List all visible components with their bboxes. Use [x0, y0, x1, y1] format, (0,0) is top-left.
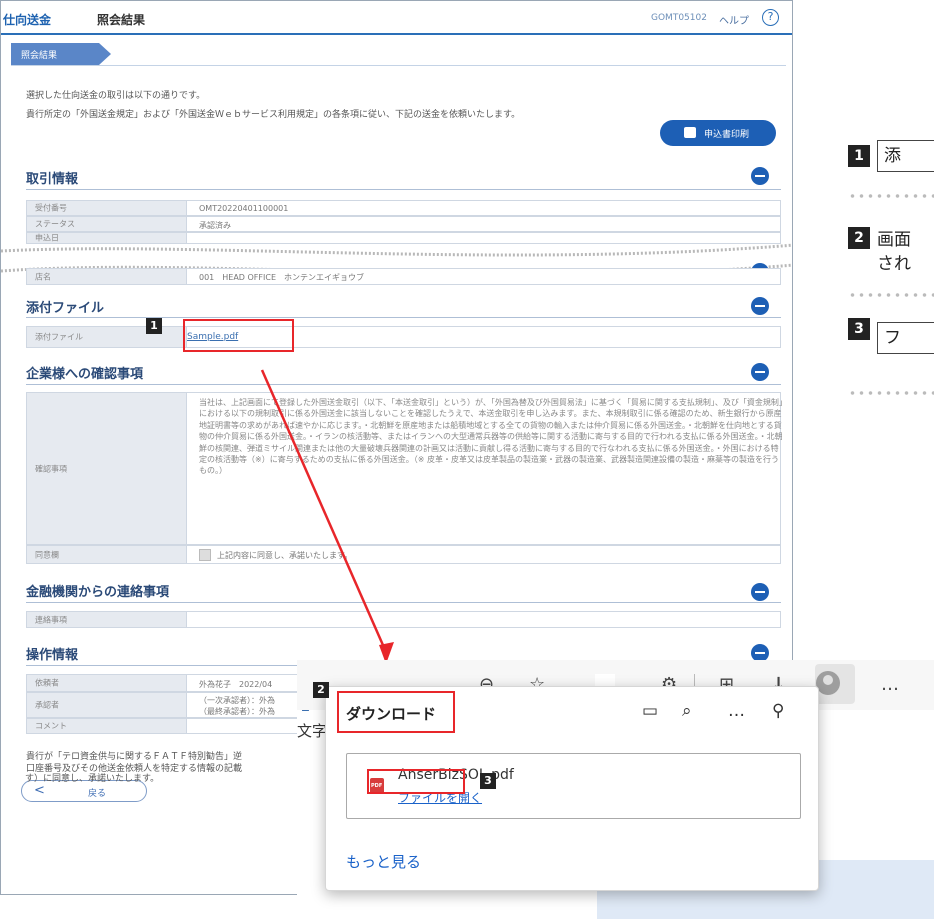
chevron-left-icon: <: [34, 783, 45, 798]
section-divider: [26, 189, 781, 190]
step-badge-2: 2: [313, 682, 329, 698]
legend-badge-3: 3: [848, 318, 870, 340]
section-title-attachment: 添付ファイル: [26, 301, 105, 316]
section-title-bank-notice: 金融機関からの連絡事項: [26, 585, 170, 600]
highlight-box-1: [183, 319, 294, 352]
breadcrumb-divider: [11, 65, 786, 66]
step-badge-1: 1: [146, 318, 162, 334]
see-more-link[interactable]: もっと見る: [346, 851, 421, 872]
legend-item-2-line1: 画面: [877, 230, 911, 250]
confirm-text: 当社は、上記画面にて登録した外国送金取引（以下、「本送金取引」という）が、「外国…: [199, 398, 783, 476]
collapse-icon[interactable]: [751, 167, 769, 185]
confirm-row: 確認事項 当社は、上記画面にて登録した外国送金取引（以下、「本送金取引」という）…: [26, 392, 783, 545]
breadcrumb-current: 照会結果: [21, 51, 58, 61]
legend-badge-2: 2: [848, 227, 870, 249]
folder-icon[interactable]: ▭: [642, 701, 658, 721]
app-title: 仕向送金: [3, 13, 52, 27]
attachment-row: 添付ファイル Sample.pdf: [26, 326, 781, 348]
agree-checkbox[interactable]: [199, 549, 211, 561]
help-link[interactable]: ヘルプ: [719, 12, 749, 27]
intro-line-1: 選択した仕向送金の取引は以下の通りです。: [26, 91, 206, 101]
branch-row: 店名 001 HEAD OFFICE ホンテンエイギョウブ: [26, 268, 781, 285]
more-icon[interactable]: …: [728, 701, 745, 721]
highlight-box-3: [367, 769, 465, 794]
section-divider: [26, 384, 781, 385]
table-row: ステータス 承認済み: [26, 216, 781, 232]
legend-item-3: フ: [877, 322, 934, 354]
pin-icon[interactable]: ⚲: [772, 701, 784, 721]
collapse-icon[interactable]: [751, 363, 769, 381]
section-title-transaction: 取引情報: [26, 172, 79, 187]
more-menu-icon[interactable]: …: [881, 674, 899, 695]
section-title-company-confirm: 企業様への確認事項: [26, 367, 144, 382]
legend-badge-1: 1: [848, 145, 870, 167]
help-icon[interactable]: ?: [762, 9, 779, 26]
page-partial-text: 文字: [297, 722, 328, 740]
collapse-icon[interactable]: [751, 297, 769, 315]
screen-code: GOMT05102: [651, 13, 707, 23]
intro-line-2: 貴行所定の「外国送金規定」および「外国送金Ｗｅｂサービス利用規定」の各条項に従い…: [26, 110, 521, 120]
search-icon[interactable]: ⌕: [682, 701, 692, 721]
notice-row: 連絡事項: [26, 611, 781, 628]
legend-separator: [848, 391, 934, 395]
legend-item-1: 添: [877, 140, 934, 172]
section-divider: [26, 602, 781, 603]
highlight-box-2: [337, 691, 455, 733]
legend-separator: [848, 293, 934, 297]
page-title: 照会結果: [97, 13, 146, 27]
section-title-operation: 操作情報: [26, 648, 79, 663]
footer-text-3-visible: す）に同意し、承諾いたします。: [25, 774, 160, 784]
breadcrumb: 照会結果: [11, 43, 111, 65]
legend-item-2-line2: され: [877, 254, 911, 274]
section-divider: [26, 317, 781, 318]
app-header: 仕向送金 照会結果 GOMT05102 ヘルプ ?: [1, 1, 792, 35]
print-application-button[interactable]: 申込書印刷: [660, 120, 776, 146]
agree-row: 同意欄 上記内容に同意し、承諾いたします。: [26, 545, 781, 564]
printer-icon: [684, 127, 696, 138]
avatar[interactable]: [816, 671, 840, 695]
table-row: 受付番号 OMT20220401100001: [26, 200, 781, 216]
legend-separator: [848, 194, 934, 198]
step-badge-3: 3: [480, 773, 496, 789]
collapse-icon[interactable]: [751, 583, 769, 601]
